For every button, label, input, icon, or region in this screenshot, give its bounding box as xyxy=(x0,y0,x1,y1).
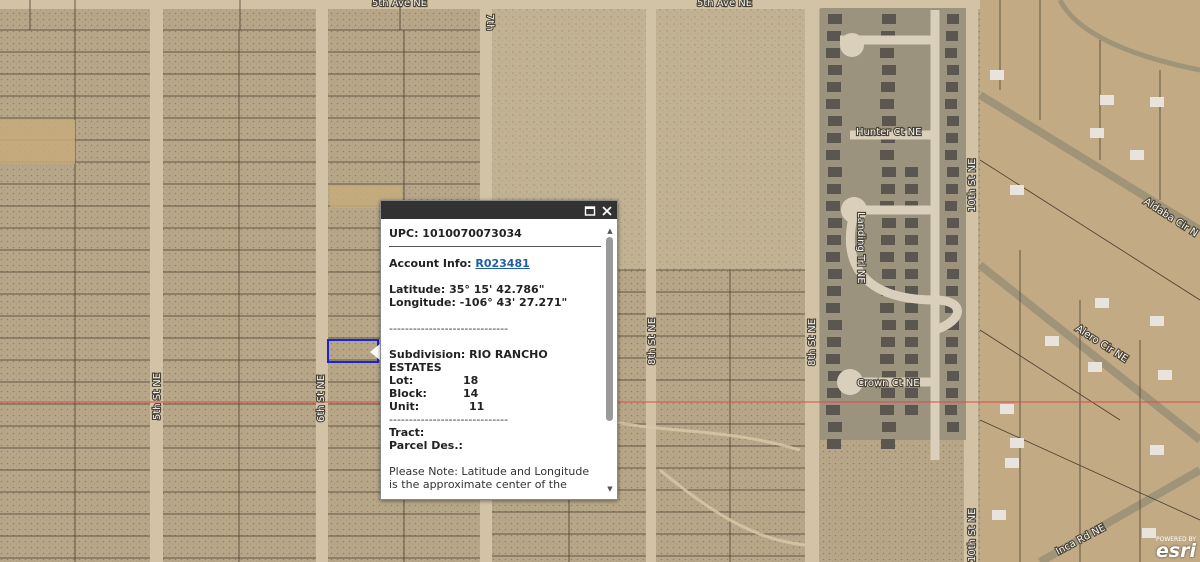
note-text: Please Note: Latitude and Longitude is t… xyxy=(389,465,590,493)
lot-row: Lot: 18 xyxy=(389,374,601,387)
scroll-thumb[interactable] xyxy=(606,237,613,421)
subdivision-text: Subdivision: RIO RANCHO ESTATES xyxy=(389,348,548,374)
popup-titlebar xyxy=(381,201,617,219)
label-landing-trl: Landing Trl NE xyxy=(855,212,866,284)
label-5th-ave-right: 5th Ave NE xyxy=(697,0,752,9)
divider-dashes-2: ------------------------------ xyxy=(389,413,509,426)
maximize-icon[interactable] xyxy=(583,203,597,217)
block-row: Block: 14 xyxy=(389,387,601,400)
label-5th-st: 5th St NE xyxy=(152,373,163,420)
popup-scrollbar[interactable]: ▲ ▼ xyxy=(606,227,614,493)
close-icon[interactable] xyxy=(600,203,614,217)
label-10th-st: 10th St NE xyxy=(967,159,978,212)
scroll-up-icon[interactable]: ▲ xyxy=(606,227,614,235)
map-view[interactable]: 5th Ave NE 5th Ave NE 7th 5th St NE 6th … xyxy=(0,0,1200,562)
esri-attribution[interactable]: POWERED BY esri xyxy=(1150,536,1196,562)
label-10th-st-south: 10th St NE xyxy=(967,509,978,562)
label-7th: 7th xyxy=(484,14,495,31)
upc-text: UPC: 1010070073034 xyxy=(389,227,601,247)
latitude-text: Latitude: 35° 15' 42.786" xyxy=(389,283,545,296)
block-label: Block: xyxy=(389,387,427,400)
unit-label: Unit: xyxy=(389,400,420,413)
rural-east xyxy=(977,0,1200,562)
label-8th-st-east: 8th St NE xyxy=(807,319,818,366)
parcel-des-text: Parcel Des.: xyxy=(389,439,463,452)
scroll-down-icon[interactable]: ▼ xyxy=(606,485,614,493)
label-crown-ct: Crown Ct NE xyxy=(857,378,920,389)
tract-text: Tract: xyxy=(389,426,425,439)
account-link[interactable]: R023481 xyxy=(475,257,529,270)
block-value: 14 xyxy=(463,387,479,400)
divider-dashes: ------------------------------ xyxy=(389,322,509,335)
label-hunter-ct: Hunter Ct NE xyxy=(856,127,921,138)
account-info-row: Account Info: R023481 xyxy=(389,257,601,270)
longitude-text: Longitude: -106° 43' 27.271" xyxy=(389,296,568,309)
label-5th-ave-left: 5th Ave NE xyxy=(372,0,427,9)
unit-value: 11 xyxy=(469,400,485,413)
esri-logo: esri xyxy=(1155,540,1196,562)
parcel-info-popup: UPC: 1010070073034 Account Info: R023481… xyxy=(380,200,618,500)
lot-label: Lot: xyxy=(389,374,414,387)
lot-value: 18 xyxy=(463,374,479,387)
label-8th-st: 8th St NE xyxy=(647,318,658,365)
label-6th-st: 6th St NE xyxy=(316,375,327,422)
subdivision-housing xyxy=(820,8,966,460)
unit-row: Unit: 11 xyxy=(389,400,601,413)
popup-content: UPC: 1010070073034 Account Info: R023481… xyxy=(389,227,601,493)
account-label: Account Info: xyxy=(389,257,472,270)
